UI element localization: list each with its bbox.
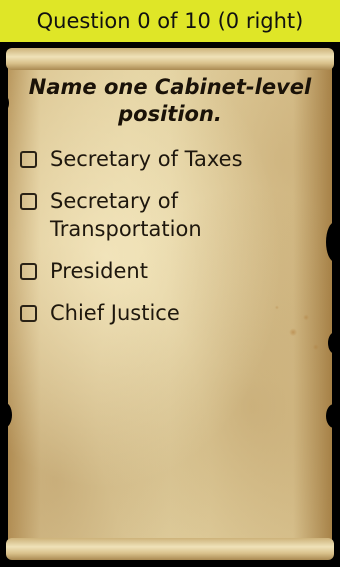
answer-option-1[interactable]: Secretary of Taxes bbox=[20, 145, 320, 173]
question-text: Name one Cabinet-level position. bbox=[28, 75, 312, 126]
answer-label: President bbox=[50, 259, 148, 283]
answer-options: Secretary of Taxes Secretary of Transpor… bbox=[20, 145, 320, 341]
answer-label: Secretary of Transportation bbox=[50, 189, 202, 241]
answer-option-4[interactable]: Chief Justice bbox=[20, 299, 320, 327]
answer-label: Chief Justice bbox=[50, 301, 180, 325]
answer-option-2[interactable]: Secretary of Transportation bbox=[20, 187, 320, 243]
scroll-roll-top bbox=[6, 48, 334, 70]
torn-edge-right-mid bbox=[328, 332, 340, 354]
torn-edge-right-low bbox=[326, 404, 340, 428]
answer-option-3[interactable]: President bbox=[20, 257, 320, 285]
progress-header: Question 0 of 10 (0 right) bbox=[0, 0, 340, 42]
progress-text: Question 0 of 10 (0 right) bbox=[36, 9, 304, 33]
torn-edge-right bbox=[326, 222, 340, 262]
checkbox-icon[interactable] bbox=[20, 263, 37, 280]
checkbox-icon[interactable] bbox=[20, 305, 37, 322]
checkbox-icon[interactable] bbox=[20, 193, 37, 210]
checkbox-icon[interactable] bbox=[20, 151, 37, 168]
answer-label: Secretary of Taxes bbox=[50, 147, 243, 171]
scroll-roll-bottom bbox=[6, 538, 334, 560]
